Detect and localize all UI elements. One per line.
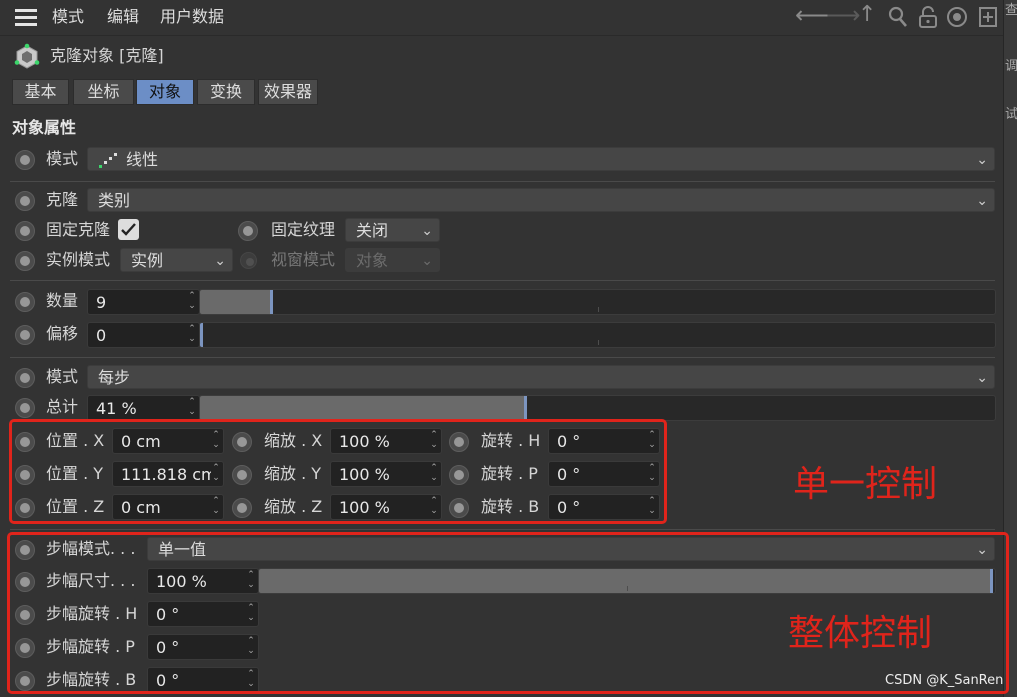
count-slider[interactable] xyxy=(199,289,996,315)
fix-clone-label: 固定克隆 xyxy=(46,220,111,239)
instance-mode-dropdown[interactable]: 实例 ⌄ xyxy=(120,248,233,272)
tab-object[interactable]: 对象 xyxy=(136,79,194,105)
keyframe-radio[interactable] xyxy=(238,221,258,241)
cloner-icon xyxy=(13,43,41,71)
total-slider[interactable] xyxy=(199,395,996,421)
divider xyxy=(10,357,995,358)
whole-control-annotation: 整体控制 xyxy=(788,613,933,654)
tab-transform[interactable]: 变换 xyxy=(197,79,255,105)
keyframe-radio[interactable] xyxy=(15,251,35,271)
target-icon[interactable] xyxy=(946,6,968,32)
mode2-dropdown[interactable]: 每步 ⌄ xyxy=(87,365,995,389)
keyframe-radio[interactable] xyxy=(15,325,35,345)
menu-bar: 模式 编辑 用户数据 ⟵ ⟶ ↑ xyxy=(0,0,1003,36)
menu-edit[interactable]: 编辑 xyxy=(107,7,139,27)
offset-slider[interactable] xyxy=(199,322,996,348)
count-field[interactable]: 9 ⌃ ⌄ xyxy=(87,289,200,315)
right-strip-char[interactable]: 调 xyxy=(1005,60,1017,74)
total-field[interactable]: 41 % ⌃ ⌄ xyxy=(87,395,200,421)
fix-clone-checkbox[interactable] xyxy=(118,219,139,240)
lock-icon[interactable] xyxy=(918,6,938,32)
instance-mode-label: 实例模式 xyxy=(46,250,111,269)
stepper-icon[interactable]: ⌃ ⌄ xyxy=(187,397,197,419)
keyframe-radio[interactable] xyxy=(15,221,35,241)
chevron-down-icon: ⌄ xyxy=(976,193,988,209)
chevron-down-icon: ⌄ xyxy=(976,370,988,386)
watermark: CSDN @K_SanRen xyxy=(885,673,1004,688)
menu-mode[interactable]: 模式 xyxy=(52,7,84,27)
chevron-down-icon: ⌄ xyxy=(976,152,988,168)
count-label: 数量 xyxy=(46,291,79,310)
hamburger-icon[interactable] xyxy=(15,9,37,27)
keyframe-radio[interactable] xyxy=(15,191,35,211)
chevron-down-icon: ⌄ xyxy=(421,253,433,269)
right-strip-char[interactable]: 查 xyxy=(1005,4,1017,18)
tab-coord[interactable]: 坐标 xyxy=(73,79,134,105)
arrow-left-icon[interactable]: ⟵ xyxy=(795,3,829,27)
single-control-annotation: 单一控制 xyxy=(793,464,938,505)
viewport-mode-label: 视窗模式 xyxy=(271,250,336,269)
divider xyxy=(10,529,995,530)
chevron-down-icon: ⌄ xyxy=(214,253,226,269)
clone-value: 类别 xyxy=(98,191,131,210)
section-title: 对象属性 xyxy=(12,118,77,137)
chevron-down-icon: ⌄ xyxy=(421,223,433,239)
mode-label: 模式 xyxy=(46,149,79,168)
keyframe-radio[interactable] xyxy=(15,368,35,388)
mode2-label: 模式 xyxy=(46,367,79,386)
fix-texture-value: 关闭 xyxy=(356,221,389,240)
count-value: 9 xyxy=(96,293,107,312)
arrow-up-icon[interactable]: ↑ xyxy=(858,4,876,26)
stepper-icon[interactable]: ⌃ ⌄ xyxy=(187,324,197,346)
clone-dropdown[interactable]: 类别 ⌄ xyxy=(87,188,995,212)
total-value: 41 % xyxy=(96,399,137,418)
stepper-icon[interactable]: ⌃ ⌄ xyxy=(187,291,197,313)
object-title: 克隆对象 [克隆] xyxy=(50,46,164,65)
keyframe-radio[interactable] xyxy=(15,150,35,170)
instance-mode-value: 实例 xyxy=(131,251,164,270)
divider xyxy=(10,181,995,182)
total-label: 总计 xyxy=(46,397,79,416)
fix-texture-dropdown[interactable]: 关闭 ⌄ xyxy=(345,218,440,242)
arrow-right-icon[interactable]: ⟶ xyxy=(826,3,860,27)
offset-label: 偏移 xyxy=(46,324,79,343)
offset-value: 0 xyxy=(96,326,107,345)
mode2-value: 每步 xyxy=(98,368,131,387)
right-strip-char[interactable]: 试 xyxy=(1005,108,1017,122)
single-control-highlight xyxy=(9,419,667,524)
keyframe-radio[interactable] xyxy=(15,398,35,418)
offset-field[interactable]: 0 ⌃ ⌄ xyxy=(87,322,200,348)
menu-user-data[interactable]: 用户数据 xyxy=(160,7,224,27)
keyframe-radio xyxy=(240,252,257,269)
mode-dropdown[interactable]: 线性 ⌄ xyxy=(87,147,995,171)
tab-effectors[interactable]: 效果器 xyxy=(258,79,318,105)
linear-dots-icon xyxy=(98,151,118,169)
search-icon[interactable] xyxy=(888,6,908,32)
keyframe-radio[interactable] xyxy=(15,292,35,312)
mode-value: 线性 xyxy=(126,150,159,169)
clone-label: 克隆 xyxy=(46,190,79,209)
new-window-icon[interactable] xyxy=(978,6,998,32)
viewport-mode-dropdown: 对象 ⌄ xyxy=(345,248,440,272)
viewport-mode-value: 对象 xyxy=(356,251,389,270)
tab-basic[interactable]: 基本 xyxy=(12,79,69,105)
divider xyxy=(10,280,995,281)
fix-texture-label: 固定纹理 xyxy=(271,220,336,239)
